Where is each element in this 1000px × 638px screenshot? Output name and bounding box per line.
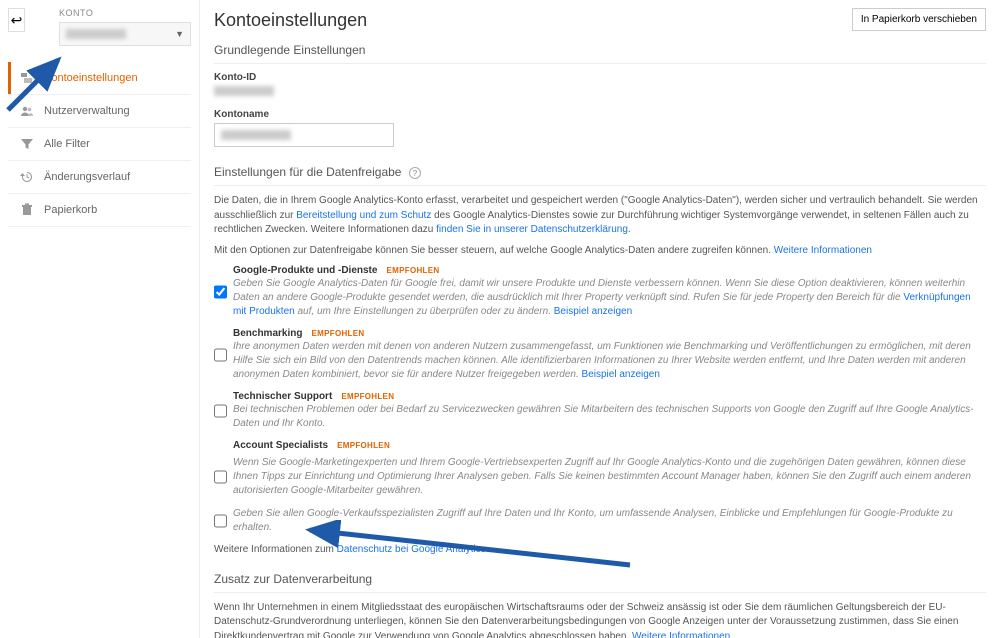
datashare-intro-2: Mit den Optionen zur Datenfreigabe könne… bbox=[214, 244, 986, 259]
link-more-info-addendum[interactable]: Weitere Informationen bbox=[632, 631, 730, 638]
back-button[interactable]: ↩ bbox=[8, 8, 25, 32]
trash-icon bbox=[20, 203, 34, 217]
sidebar: ↩ KONTO ▼ Kontoeinstellungen bbox=[0, 0, 200, 638]
konto-id-value-redacted bbox=[214, 86, 274, 96]
recommended-badge: EMPFOHLEN bbox=[312, 329, 365, 338]
link-privacy-policy[interactable]: finden Sie in unserer Datenschutzerkläru… bbox=[436, 224, 631, 235]
option-tech-support: Technischer Support EMPFOHLEN Bei techni… bbox=[214, 390, 986, 431]
sidebar-item-label: Papierkorb bbox=[44, 204, 97, 216]
checkbox-google-products[interactable] bbox=[214, 265, 227, 319]
link-provision-protect[interactable]: Bereitstellung und zum Schutz bbox=[296, 210, 431, 221]
sidebar-item-user-management[interactable]: Nutzerverwaltung bbox=[8, 95, 191, 128]
option-desc: Wenn Sie Google-Marketingexperten und Ih… bbox=[233, 456, 986, 498]
sidebar-item-all-filters[interactable]: Alle Filter bbox=[8, 128, 191, 161]
account-section-label: KONTO bbox=[59, 8, 191, 18]
option-desc: Ihre anonymen Daten werden mit denen von… bbox=[233, 340, 986, 382]
option-account-specialists-sub1: Wenn Sie Google-Marketingexperten und Ih… bbox=[214, 455, 986, 498]
users-icon bbox=[20, 104, 34, 118]
checkbox-tech-support[interactable] bbox=[214, 391, 227, 431]
funnel-icon bbox=[20, 137, 34, 151]
sidebar-item-label: Änderungsverlauf bbox=[44, 171, 130, 183]
option-desc: Geben Sie Google Analytics-Daten für Goo… bbox=[233, 277, 986, 319]
sidebar-item-change-history[interactable]: Änderungsverlauf bbox=[8, 161, 191, 194]
recommended-badge: EMPFOHLEN bbox=[337, 441, 390, 450]
link-more-info-sharing[interactable]: Weitere Informationen bbox=[774, 245, 872, 256]
option-benchmarking: Benchmarking EMPFOHLEN Ihre anonymen Dat… bbox=[214, 327, 986, 382]
history-icon bbox=[20, 170, 34, 184]
account-name-redacted bbox=[66, 29, 126, 39]
option-title: Benchmarking bbox=[233, 328, 302, 339]
account-selector[interactable]: ▼ bbox=[59, 22, 191, 46]
sidebar-item-account-settings[interactable]: Kontoeinstellungen bbox=[8, 62, 191, 95]
option-google-products: Google-Produkte und -Dienste EMPFOHLEN G… bbox=[214, 264, 986, 319]
datashare-more-info: Weitere Informationen zum Datenschutz be… bbox=[214, 543, 986, 558]
addendum-para-1: Wenn Ihr Unternehmen in einem Mitgliedss… bbox=[214, 601, 986, 638]
arrow-left-icon: ↩ bbox=[11, 12, 23, 29]
kontoname-value-redacted bbox=[221, 130, 291, 140]
help-icon[interactable]: ? bbox=[409, 167, 421, 179]
sidebar-nav: Kontoeinstellungen Nutzerverwaltung Alle… bbox=[8, 62, 191, 227]
option-account-specialists: Account Specialists EMPFOHLEN bbox=[214, 439, 986, 451]
link-ga-privacy[interactable]: Datenschutz bei Google Analytics bbox=[337, 544, 486, 555]
sidebar-item-label: Kontoeinstellungen bbox=[44, 72, 138, 84]
option-desc: Geben Sie allen Google-Verkaufsspezialis… bbox=[233, 507, 986, 535]
kontoname-label: Kontoname bbox=[214, 109, 986, 120]
option-title: Technischer Support bbox=[233, 391, 332, 402]
chevron-down-icon: ▼ bbox=[175, 29, 184, 39]
datashare-intro-1: Die Daten, die in Ihrem Google Analytics… bbox=[214, 194, 986, 238]
datashare-heading: Einstellungen für die Datenfreigabe ? bbox=[214, 157, 986, 186]
option-account-specialists-sub2: Geben Sie allen Google-Verkaufsspezialis… bbox=[214, 506, 986, 535]
checkbox-account-specialists-1[interactable] bbox=[214, 456, 227, 498]
settings-stack-icon bbox=[20, 71, 34, 85]
checkbox-benchmarking[interactable] bbox=[214, 328, 227, 382]
datashare-heading-text: Einstellungen für die Datenfreigabe bbox=[214, 165, 401, 179]
recommended-badge: EMPFOHLEN bbox=[387, 266, 440, 275]
sidebar-item-label: Nutzerverwaltung bbox=[44, 105, 130, 117]
kontoname-input[interactable] bbox=[214, 123, 394, 147]
move-to-trash-button[interactable]: In Papierkorb verschieben bbox=[852, 8, 986, 31]
link-show-example[interactable]: Beispiel anzeigen bbox=[554, 306, 632, 317]
option-title: Google-Produkte und -Dienste bbox=[233, 265, 377, 276]
addendum-heading: Zusatz zur Datenverarbeitung bbox=[214, 566, 986, 593]
sidebar-item-trash[interactable]: Papierkorb bbox=[8, 194, 191, 227]
basic-settings-heading: Grundlegende Einstellungen bbox=[214, 35, 986, 64]
link-show-example[interactable]: Beispiel anzeigen bbox=[582, 369, 660, 380]
konto-id-label: Konto-ID bbox=[214, 72, 986, 83]
option-desc: Bei technischen Problemen oder bei Bedar… bbox=[233, 403, 986, 431]
main-content: In Papierkorb verschieben Kontoeinstellu… bbox=[200, 0, 1000, 638]
sidebar-item-label: Alle Filter bbox=[44, 138, 90, 150]
checkbox-account-specialists-2[interactable] bbox=[214, 507, 227, 535]
recommended-badge: EMPFOHLEN bbox=[341, 392, 394, 401]
option-title: Account Specialists bbox=[233, 440, 328, 451]
